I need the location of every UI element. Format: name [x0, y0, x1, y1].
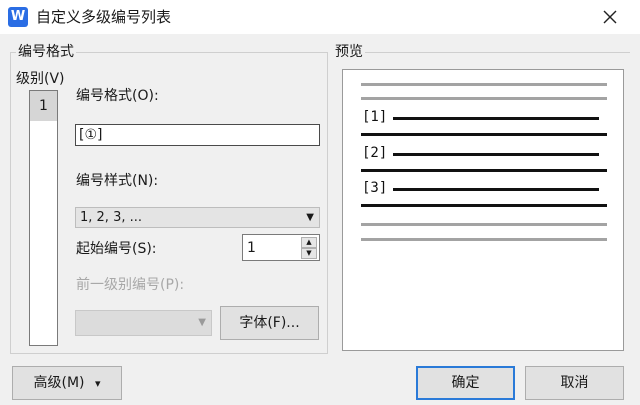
- preview-text-line: [361, 204, 607, 207]
- number-style-value: 1, 2, 3, ...: [80, 210, 143, 225]
- close-icon[interactable]: [596, 3, 624, 31]
- preview-line: [361, 223, 607, 226]
- number-format-input[interactable]: [①]: [75, 124, 320, 146]
- preview-box: [1] [2] [3]: [342, 69, 624, 351]
- dropdown-arrow-icon: ▼: [198, 317, 206, 328]
- level-item[interactable]: 1: [30, 91, 57, 121]
- prev-level-select[interactable]: ▼: [75, 310, 212, 336]
- preview-text-line: [361, 133, 607, 136]
- start-at-spinbox[interactable]: 1 ▲ ▼: [242, 234, 320, 261]
- cancel-button[interactable]: 取消: [525, 366, 624, 400]
- preview-text-line: [393, 188, 599, 191]
- spin-up-icon[interactable]: ▲: [301, 237, 317, 248]
- prev-level-label: 前一级别编号(P):: [76, 277, 185, 293]
- preview-group-top-border: [337, 52, 630, 53]
- preview-item-number: [2]: [362, 145, 388, 161]
- dialog-title: 自定义多级编号列表: [36, 8, 172, 26]
- ok-button[interactable]: 确定: [416, 366, 515, 400]
- advanced-button[interactable]: 高级(M) ▾: [12, 366, 122, 400]
- preview-item-number: [1]: [362, 109, 388, 125]
- wps-writer-icon: W: [8, 7, 28, 27]
- preview-line: [361, 238, 607, 241]
- preview-item-number: [3]: [362, 180, 388, 196]
- format-group-left-border: [10, 52, 11, 354]
- preview-line: [361, 83, 607, 86]
- title-bar: W 自定义多级编号列表: [0, 0, 640, 34]
- number-style-label: 编号样式(N):: [76, 173, 159, 189]
- advanced-button-label: 高级(M): [33, 375, 85, 391]
- number-style-select[interactable]: 1, 2, 3, ... ▼: [75, 207, 320, 228]
- format-group-right-border: [327, 52, 328, 354]
- preview-text-line: [361, 169, 607, 172]
- format-group-bottom-border: [10, 353, 328, 354]
- preview-text-line: [393, 153, 599, 156]
- dropdown-arrow-icon: ▼: [306, 212, 314, 223]
- preview-text-line: [393, 117, 599, 120]
- chevron-down-icon: ▾: [94, 377, 101, 390]
- preview-group-title: 预览: [333, 43, 365, 61]
- number-format-label: 编号格式(O):: [76, 88, 159, 104]
- level-label: 级别(V): [16, 71, 65, 87]
- font-button[interactable]: 字体(F)...: [220, 306, 319, 340]
- start-at-label: 起始编号(S):: [76, 241, 157, 257]
- spin-down-icon[interactable]: ▼: [301, 248, 317, 259]
- preview-line: [361, 97, 607, 100]
- level-list[interactable]: 1: [29, 90, 58, 346]
- format-group-title: 编号格式: [16, 43, 76, 61]
- start-at-value[interactable]: 1: [247, 238, 256, 258]
